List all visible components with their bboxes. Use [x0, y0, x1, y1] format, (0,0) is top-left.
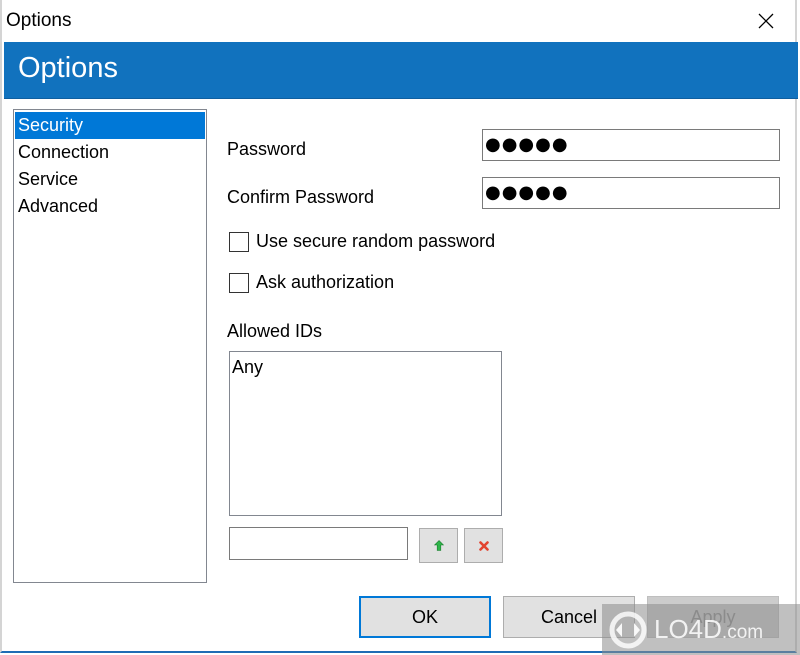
- red-x-icon: [478, 540, 489, 551]
- ask-authorization-checkbox[interactable]: [229, 272, 249, 293]
- category-item-security[interactable]: Security: [15, 112, 205, 139]
- add-id-button[interactable]: [419, 528, 458, 563]
- new-id-input[interactable]: [229, 527, 408, 560]
- password-field[interactable]: ●●●●●: [482, 129, 780, 161]
- allowed-id-item[interactable]: Any: [230, 352, 501, 382]
- category-list[interactable]: Security Connection Service Advanced: [13, 109, 207, 583]
- ask-authorization-label: Ask authorization: [256, 272, 395, 292]
- allowed-ids-list[interactable]: Any: [229, 351, 502, 516]
- banner-title: Options: [18, 52, 118, 84]
- title-bar: Options: [2, 0, 795, 42]
- window-title: Options: [6, 10, 72, 31]
- password-label: Password: [227, 139, 307, 159]
- cancel-button[interactable]: Cancel: [503, 596, 635, 638]
- secure-random-password-label: Use secure random password: [256, 231, 496, 251]
- allowed-ids-label: Allowed IDs: [227, 321, 323, 341]
- green-up-arrow-icon: [433, 540, 444, 551]
- close-button[interactable]: [751, 6, 781, 36]
- confirm-password-field[interactable]: ●●●●●: [482, 177, 780, 209]
- remove-id-button[interactable]: [464, 528, 503, 563]
- secure-random-password-checkbox[interactable]: [229, 231, 249, 252]
- options-window: Options Options Security Connection Serv…: [0, 0, 800, 655]
- apply-button[interactable]: Apply: [647, 596, 779, 638]
- category-item-advanced[interactable]: Advanced: [15, 193, 205, 220]
- secure-random-password-option[interactable]: Use secure random password: [229, 231, 495, 252]
- category-item-service[interactable]: Service: [15, 166, 205, 193]
- confirm-password-label: Confirm Password: [227, 187, 375, 207]
- category-item-connection[interactable]: Connection: [15, 139, 205, 166]
- ok-button[interactable]: OK: [359, 596, 491, 638]
- close-icon: [758, 13, 774, 29]
- ask-authorization-option[interactable]: Ask authorization: [229, 272, 394, 293]
- header-banner: Options: [4, 42, 798, 99]
